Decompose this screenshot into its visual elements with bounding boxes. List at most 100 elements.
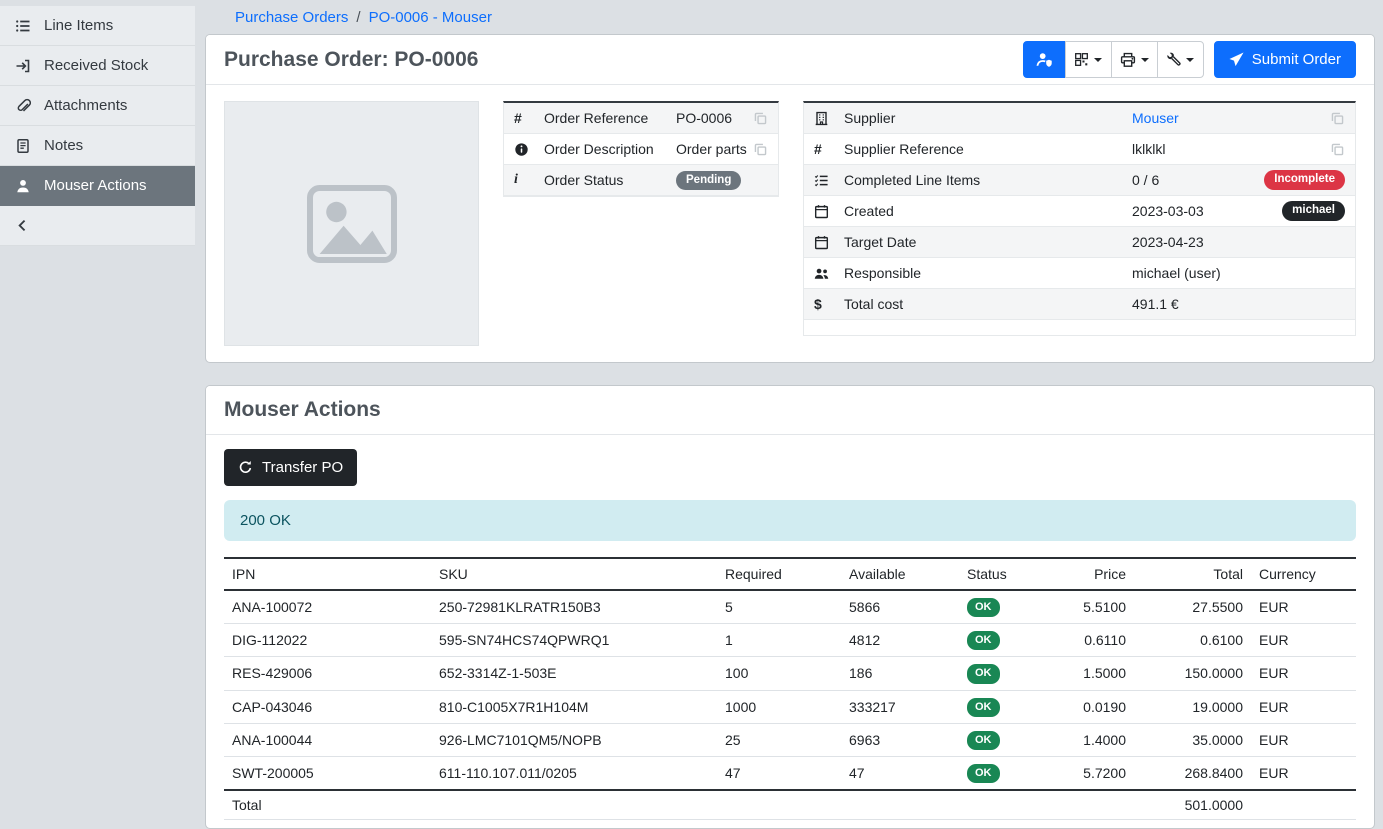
paperclip-icon [15, 98, 31, 114]
table-footer-label: Total [224, 790, 431, 820]
sidebar-nav: Line Items Received Stock Attachments Notes… [0, 6, 195, 206]
printer-icon [1120, 52, 1136, 68]
table-cell: 5 [717, 590, 841, 624]
mouser-actions-title: Mouser Actions [224, 398, 381, 422]
column-header-status: Status [959, 558, 1069, 590]
table-cell: OK [959, 624, 1069, 657]
sidebar-item-line-items[interactable]: Line Items [0, 6, 195, 46]
dollar-icon: $ [814, 297, 844, 311]
table-cell: 611-110.107.011/0205 [431, 756, 717, 790]
submit-order-button[interactable]: Submit Order [1214, 41, 1356, 78]
sidebar-item-label: Received Stock [44, 57, 148, 74]
table-row: DIG-112022595-SN74HCS74QPWRQ114812OK0.61… [224, 624, 1356, 657]
chevron-left-icon [15, 218, 30, 233]
refresh-icon [238, 460, 253, 475]
page-title: Purchase Order: PO-0006 [224, 48, 478, 72]
barcode-actions-button[interactable] [1065, 41, 1112, 78]
note-icon [15, 138, 31, 154]
status-ok-badge: OK [967, 698, 1000, 717]
hash-icon: # [514, 111, 544, 125]
detail-row-actions [1330, 111, 1345, 126]
print-actions-button[interactable] [1111, 41, 1158, 78]
order-toolbar: Submit Order [1023, 41, 1356, 78]
breadcrumb-link-current-order[interactable]: PO-0006 - Mouser [369, 9, 492, 26]
status-ok-badge: OK [967, 664, 1000, 683]
copy-icon[interactable] [753, 111, 768, 126]
supplier-link[interactable]: Mouser [1132, 110, 1179, 126]
table-cell [841, 790, 959, 820]
table-cell: CAP-043046 [224, 690, 431, 723]
mouser-actions-panel-header: Mouser Actions [206, 386, 1374, 435]
detail-row-actions [753, 142, 768, 157]
status-ok-badge: OK [967, 598, 1000, 617]
table-cell [1251, 790, 1356, 820]
table-cell: 35.0000 [1134, 723, 1251, 756]
order-actions-button[interactable] [1157, 41, 1204, 78]
sidebar-collapse-button[interactable] [0, 206, 195, 246]
table-cell: 19.0000 [1134, 690, 1251, 723]
table-row: CAP-043046810-C1005X7R1H104M1000333217OK… [224, 690, 1356, 723]
column-header-sku: SKU [431, 558, 717, 590]
table-cell: OK [959, 723, 1069, 756]
sidebar-item-attachments[interactable]: Attachments [0, 86, 195, 126]
order-details-table: #Order ReferencePO-0006Order Description… [503, 101, 779, 197]
table-cell: 1.4000 [1069, 723, 1134, 756]
sidebar-item-notes[interactable]: Notes [0, 126, 195, 166]
table-cell: 5.7200 [1069, 756, 1134, 790]
detail-label: Completed Line Items [844, 172, 1132, 188]
table-cell: ANA-100072 [224, 590, 431, 624]
detail-value: 2023-04-23 [1132, 234, 1204, 250]
detail-label: Supplier Reference [844, 141, 1132, 157]
table-cell: OK [959, 590, 1069, 624]
image-placeholder-icon [304, 176, 400, 272]
copy-icon[interactable] [753, 142, 768, 157]
status-badge: michael [1282, 201, 1345, 221]
mouser-actions-panel-body: Transfer PO 200 OK IPNSKURequiredAvailab… [206, 435, 1374, 828]
table-cell: 150.0000 [1134, 657, 1251, 690]
info-filled-icon [514, 142, 544, 157]
list-check-icon [814, 173, 844, 188]
mouser-order-table: IPNSKURequiredAvailableStatusPriceTotalC… [224, 557, 1356, 820]
sign-in-icon [15, 58, 31, 74]
user-roles-button[interactable] [1023, 41, 1066, 78]
status-badge: Incomplete [1264, 170, 1345, 190]
table-cell: 5.5100 [1069, 590, 1134, 624]
table-cell: 0.0190 [1069, 690, 1134, 723]
detail-row: SupplierMouser [804, 103, 1355, 134]
transfer-po-button[interactable]: Transfer PO [224, 449, 357, 486]
table-cell: EUR [1251, 756, 1356, 790]
detail-row-actions [753, 111, 768, 126]
detail-row: #Order ReferencePO-0006 [504, 103, 778, 134]
info-plain-icon: i [514, 173, 544, 187]
table-cell: 186 [841, 657, 959, 690]
breadcrumb-separator: / [356, 9, 360, 26]
detail-row: Created2023-03-03michael [804, 196, 1355, 227]
copy-icon[interactable] [1330, 111, 1345, 126]
table-row: ANA-100044926-LMC7101QM5/NOPB256963OK1.4… [224, 723, 1356, 756]
table-row: ANA-100072250-72981KLRATR150B355866OK5.5… [224, 590, 1356, 624]
order-image-placeholder [224, 101, 479, 346]
status-alert: 200 OK [224, 500, 1356, 541]
purchase-order-panel-header: Purchase Order: PO-0006 [206, 35, 1374, 85]
table-cell: EUR [1251, 690, 1356, 723]
sidebar-item-received-stock[interactable]: Received Stock [0, 46, 195, 86]
sidebar-item-label: Attachments [44, 97, 127, 114]
table-cell: 5866 [841, 590, 959, 624]
table-footer-row: Total501.0000 [224, 790, 1356, 820]
table-cell: 1 [717, 624, 841, 657]
detail-label: Order Description [544, 141, 676, 157]
table-cell: DIG-112022 [224, 624, 431, 657]
detail-label: Created [844, 203, 1132, 219]
breadcrumb-link-purchase-orders[interactable]: Purchase Orders [235, 9, 348, 26]
chevron-down-icon [1186, 58, 1194, 62]
table-cell: 1000 [717, 690, 841, 723]
detail-row: Order DescriptionOrder parts [504, 134, 778, 165]
table-cell: 0.6110 [1069, 624, 1134, 657]
detail-row: iOrder StatusPending [504, 165, 778, 196]
copy-icon[interactable] [1330, 142, 1345, 157]
table-cell: 652-3314Z-1-503E [431, 657, 717, 690]
sidebar-item-mouser-actions[interactable]: Mouser Actions [0, 166, 195, 206]
table-cell: 6963 [841, 723, 959, 756]
table-cell: 1.5000 [1069, 657, 1134, 690]
paper-plane-icon [1229, 52, 1244, 67]
